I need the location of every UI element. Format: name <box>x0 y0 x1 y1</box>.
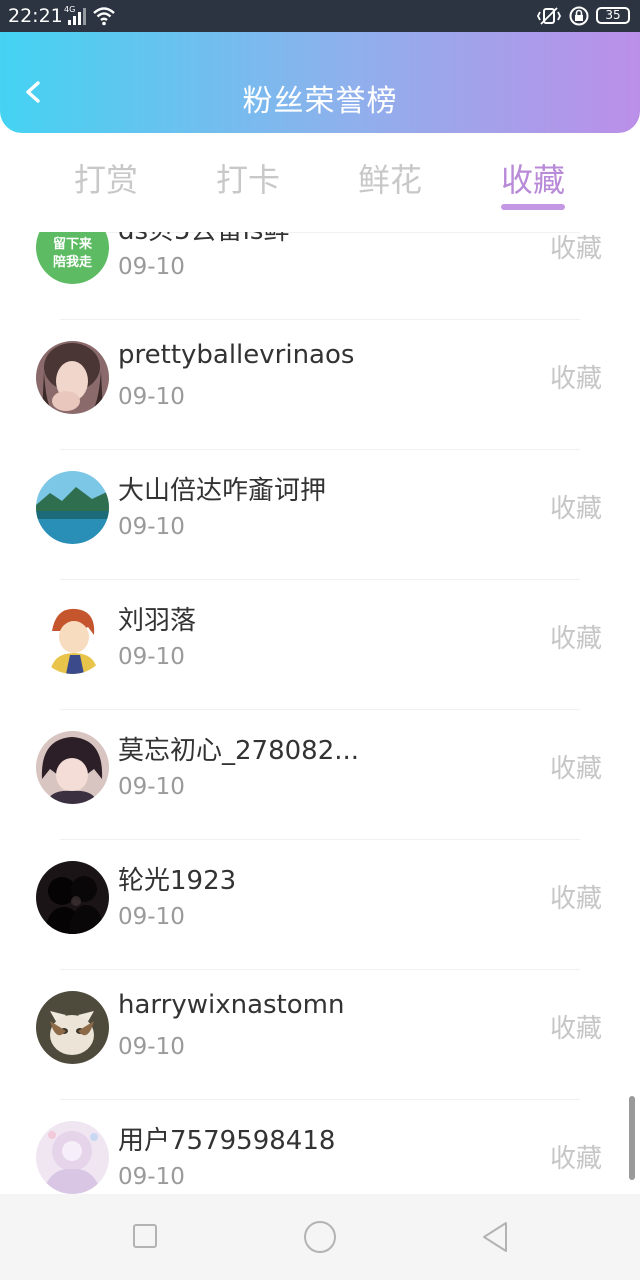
fan-action-label: 收藏 <box>550 494 603 524</box>
list-item[interactable]: 轮光1923 09-10 收藏 <box>0 840 640 970</box>
pastel-pattern-avatar[interactable] <box>36 1121 109 1194</box>
avatar-caption: 留下来 <box>52 237 92 252</box>
fan-name: 大山倍达咋齑诃押 <box>118 476 327 506</box>
fan-name: 轮光1923 <box>118 866 237 896</box>
fan-honor-list-screen: 22:21 4G 35 粉丝荣誉榜 打赏 打卡 鲜花 收藏 留下来 陪我走 09… <box>0 0 640 1280</box>
tab-favorites[interactable]: 收藏 <box>483 155 583 201</box>
fan-date: 09-10 <box>118 254 185 280</box>
list-item[interactable]: 留下来 陪我走 ds贝5去留ls鲜 09-10 收藏 <box>0 232 640 320</box>
battery-icon: 35 <box>596 7 630 24</box>
fan-name: 用户7579598418 <box>118 1126 336 1156</box>
fan-date: 09-10 <box>118 384 185 410</box>
fan-date: 09-10 <box>118 774 185 800</box>
fan-date: 09-10 <box>118 644 185 670</box>
green-badge-avatar[interactable]: 留下来 陪我走 <box>36 232 109 284</box>
avatar-caption: 陪我走 <box>52 255 92 270</box>
tab-reward[interactable]: 打赏 <box>56 155 156 201</box>
fan-action-label: 收藏 <box>550 884 603 914</box>
tab-bar: 打赏 打卡 鲜花 收藏 <box>0 150 640 214</box>
silhouette-couple-avatar[interactable] <box>36 861 109 934</box>
fan-date: 09-10 <box>118 1164 185 1190</box>
wifi-icon <box>92 6 116 26</box>
status-bar: 22:21 4G 35 <box>0 0 640 32</box>
fan-name: ds贝5去留ls鲜 <box>118 232 289 247</box>
fan-action-label: 收藏 <box>550 624 603 654</box>
recent-apps-icon[interactable] <box>133 1224 157 1248</box>
list-item[interactable]: 大山倍达咋齑诃押 09-10 收藏 <box>0 450 640 580</box>
cat-photo-avatar[interactable] <box>36 991 109 1064</box>
status-time: 22:21 <box>8 5 63 27</box>
fan-action-label: 收藏 <box>550 234 603 264</box>
vibrate-icon <box>536 6 562 26</box>
fan-action-label: 收藏 <box>550 1014 603 1044</box>
fan-list[interactable]: 留下来 陪我走 ds贝5去留ls鲜 09-10 收藏 prettyballevr <box>0 232 640 1194</box>
list-item[interactable]: 莫忘初心_278082... 09-10 收藏 <box>0 710 640 840</box>
fan-name: 刘羽落 <box>118 606 197 636</box>
list-item[interactable]: harrywixnastomn 09-10 收藏 <box>0 970 640 1100</box>
fan-name: prettyballevrinaos <box>118 340 355 370</box>
tab-checkin[interactable]: 打卡 <box>198 155 298 201</box>
fan-action-label: 收藏 <box>550 1144 603 1174</box>
system-nav-bar <box>0 1194 640 1280</box>
header-bar: 粉丝荣誉榜 <box>0 32 640 133</box>
active-tab-indicator <box>501 204 565 210</box>
signal-icon: 4G <box>64 5 86 25</box>
page-title: 粉丝荣誉榜 <box>242 84 398 119</box>
dark-hair-anime-avatar[interactable] <box>36 731 109 804</box>
list-item[interactable]: prettyballevrinaos 09-10 收藏 <box>0 320 640 450</box>
home-icon[interactable] <box>304 1221 336 1253</box>
back-icon[interactable] <box>480 1220 510 1254</box>
anime-boy-avatar[interactable] <box>36 601 109 674</box>
fan-action-label: 收藏 <box>550 754 603 784</box>
fan-name: 莫忘初心_278082... <box>118 736 360 766</box>
girl-photo-avatar[interactable] <box>36 341 109 414</box>
fan-date: 09-10 <box>118 514 185 540</box>
list-item[interactable]: 用户7579598418 09-10 收藏 <box>0 1100 640 1194</box>
lock-icon <box>568 6 590 26</box>
fan-date: 09-10 <box>118 1034 185 1060</box>
lake-landscape-avatar[interactable] <box>36 471 109 544</box>
scrollbar[interactable] <box>629 1096 635 1180</box>
fan-action-label: 收藏 <box>550 364 603 394</box>
list-item[interactable]: 刘羽落 09-10 收藏 <box>0 580 640 710</box>
fan-name: harrywixnastomn <box>118 990 345 1020</box>
fan-date: 09-10 <box>118 904 185 930</box>
tab-flowers[interactable]: 鲜花 <box>340 155 440 201</box>
